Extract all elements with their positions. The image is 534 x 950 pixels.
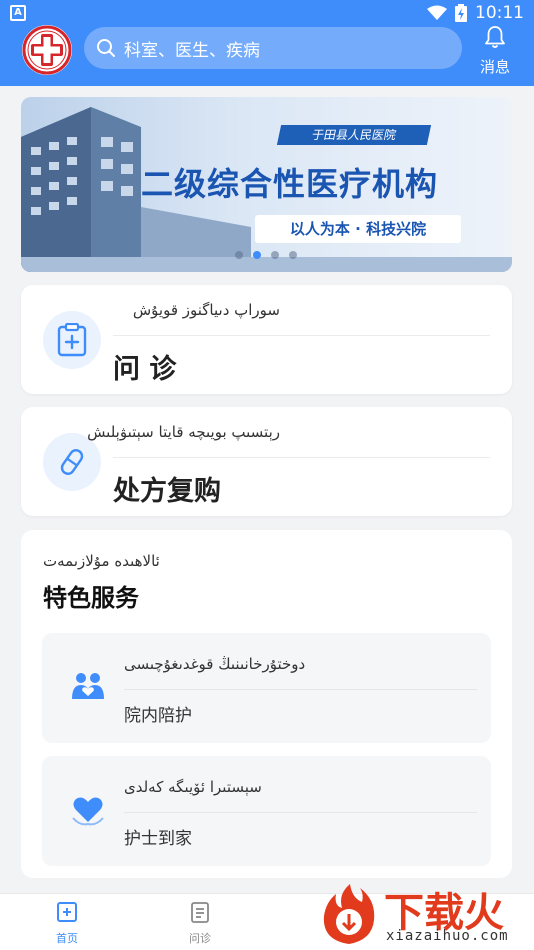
prescription-refill-card[interactable]: رېتسىپ بويىچە قايتا سېتىۋېلىش 处方复购	[21, 407, 512, 516]
divider	[124, 689, 477, 690]
promo-banner[interactable]: 于田县人民医院 二级综合性医疗机构 以人为本 · 科技兴院	[21, 97, 512, 272]
service-title: 院内陪护	[124, 706, 192, 726]
wifi-icon	[427, 5, 447, 20]
hospital-logo-icon[interactable]	[22, 25, 72, 75]
banner-hospital-name: 于田县人民医院	[276, 125, 432, 145]
card-title: 处方复购	[113, 476, 221, 507]
nav-consultation[interactable]: 问诊	[170, 900, 230, 946]
service-uyghur-label: دوختۇرخانىنىڭ قوغدىغۇچىسى	[124, 655, 306, 673]
bell-icon	[485, 26, 505, 48]
nav-consultation-label: 问诊	[189, 932, 211, 945]
app-notification-icon: A	[10, 5, 26, 21]
status-bar: A 10:11	[0, 0, 534, 28]
search-placeholder: 科室、医生、疾病	[124, 40, 260, 61]
divider	[124, 812, 477, 813]
nav-home-label: 首页	[56, 932, 78, 945]
divider	[113, 335, 490, 336]
watermark-url: xiazaihuo.com	[386, 928, 509, 944]
site-watermark: 下载火 xiazaihuo.com	[314, 880, 534, 950]
carousel-dot-active[interactable]	[253, 251, 261, 259]
section-uyghur-label: ئالاھىدە مۇلازىمەت	[43, 552, 160, 570]
top-bar: A 10:11 科室、医生、疾病 消息	[0, 0, 534, 86]
status-right: 10:11	[427, 3, 524, 23]
divider	[113, 457, 490, 458]
card-title: 问 诊	[113, 354, 177, 385]
home-plus-icon	[57, 902, 77, 922]
flame-logo-icon	[323, 884, 375, 944]
search-icon	[97, 39, 115, 57]
search-input[interactable]: 科室、医生、疾病	[84, 27, 462, 69]
clipboard-plus-icon	[43, 311, 101, 369]
status-time: 10:11	[475, 3, 524, 23]
nav-home[interactable]: 首页	[37, 900, 97, 946]
card-uyghur-label: رېتسىپ بويىچە قايتا سېتىۋېلىش	[87, 423, 280, 441]
section-title: 特色服务	[43, 584, 139, 612]
service-uyghur-label: سېستىرا ئۆيىگە كەلدى	[124, 778, 262, 796]
pill-icon	[43, 433, 101, 491]
messages-label: 消息	[479, 58, 510, 76]
nurse-heart-icon	[70, 792, 106, 828]
carousel-indicator[interactable]	[235, 251, 297, 259]
service-title: 护士到家	[124, 829, 192, 849]
banner-title: 二级综合性医疗机构	[141, 165, 439, 203]
messages-button[interactable]: 消息	[470, 24, 520, 80]
service-item-escort[interactable]: دوختۇرخانىنىڭ قوغدىغۇچىسى 院内陪护	[42, 633, 491, 743]
service-item-nurse-home[interactable]: سېستىرا ئۆيىگە كەلدى 护士到家	[42, 756, 491, 866]
consultation-card[interactable]: سوراپ دىياگنوز قويۇش 问 诊	[21, 285, 512, 394]
special-services-section: ئالاھىدە مۇلازىمەت 特色服务 دوختۇرخانىنىڭ قو…	[21, 530, 512, 878]
carousel-dot[interactable]	[289, 251, 297, 259]
carousel-dot[interactable]	[235, 251, 243, 259]
banner-subtitle: 以人为本 · 科技兴院	[255, 215, 461, 243]
carousel-dot[interactable]	[271, 251, 279, 259]
document-icon	[191, 902, 209, 923]
caregiver-icon	[70, 669, 106, 705]
card-uyghur-label: سوراپ دىياگنوز قويۇش	[132, 301, 280, 319]
battery-icon	[455, 4, 467, 22]
